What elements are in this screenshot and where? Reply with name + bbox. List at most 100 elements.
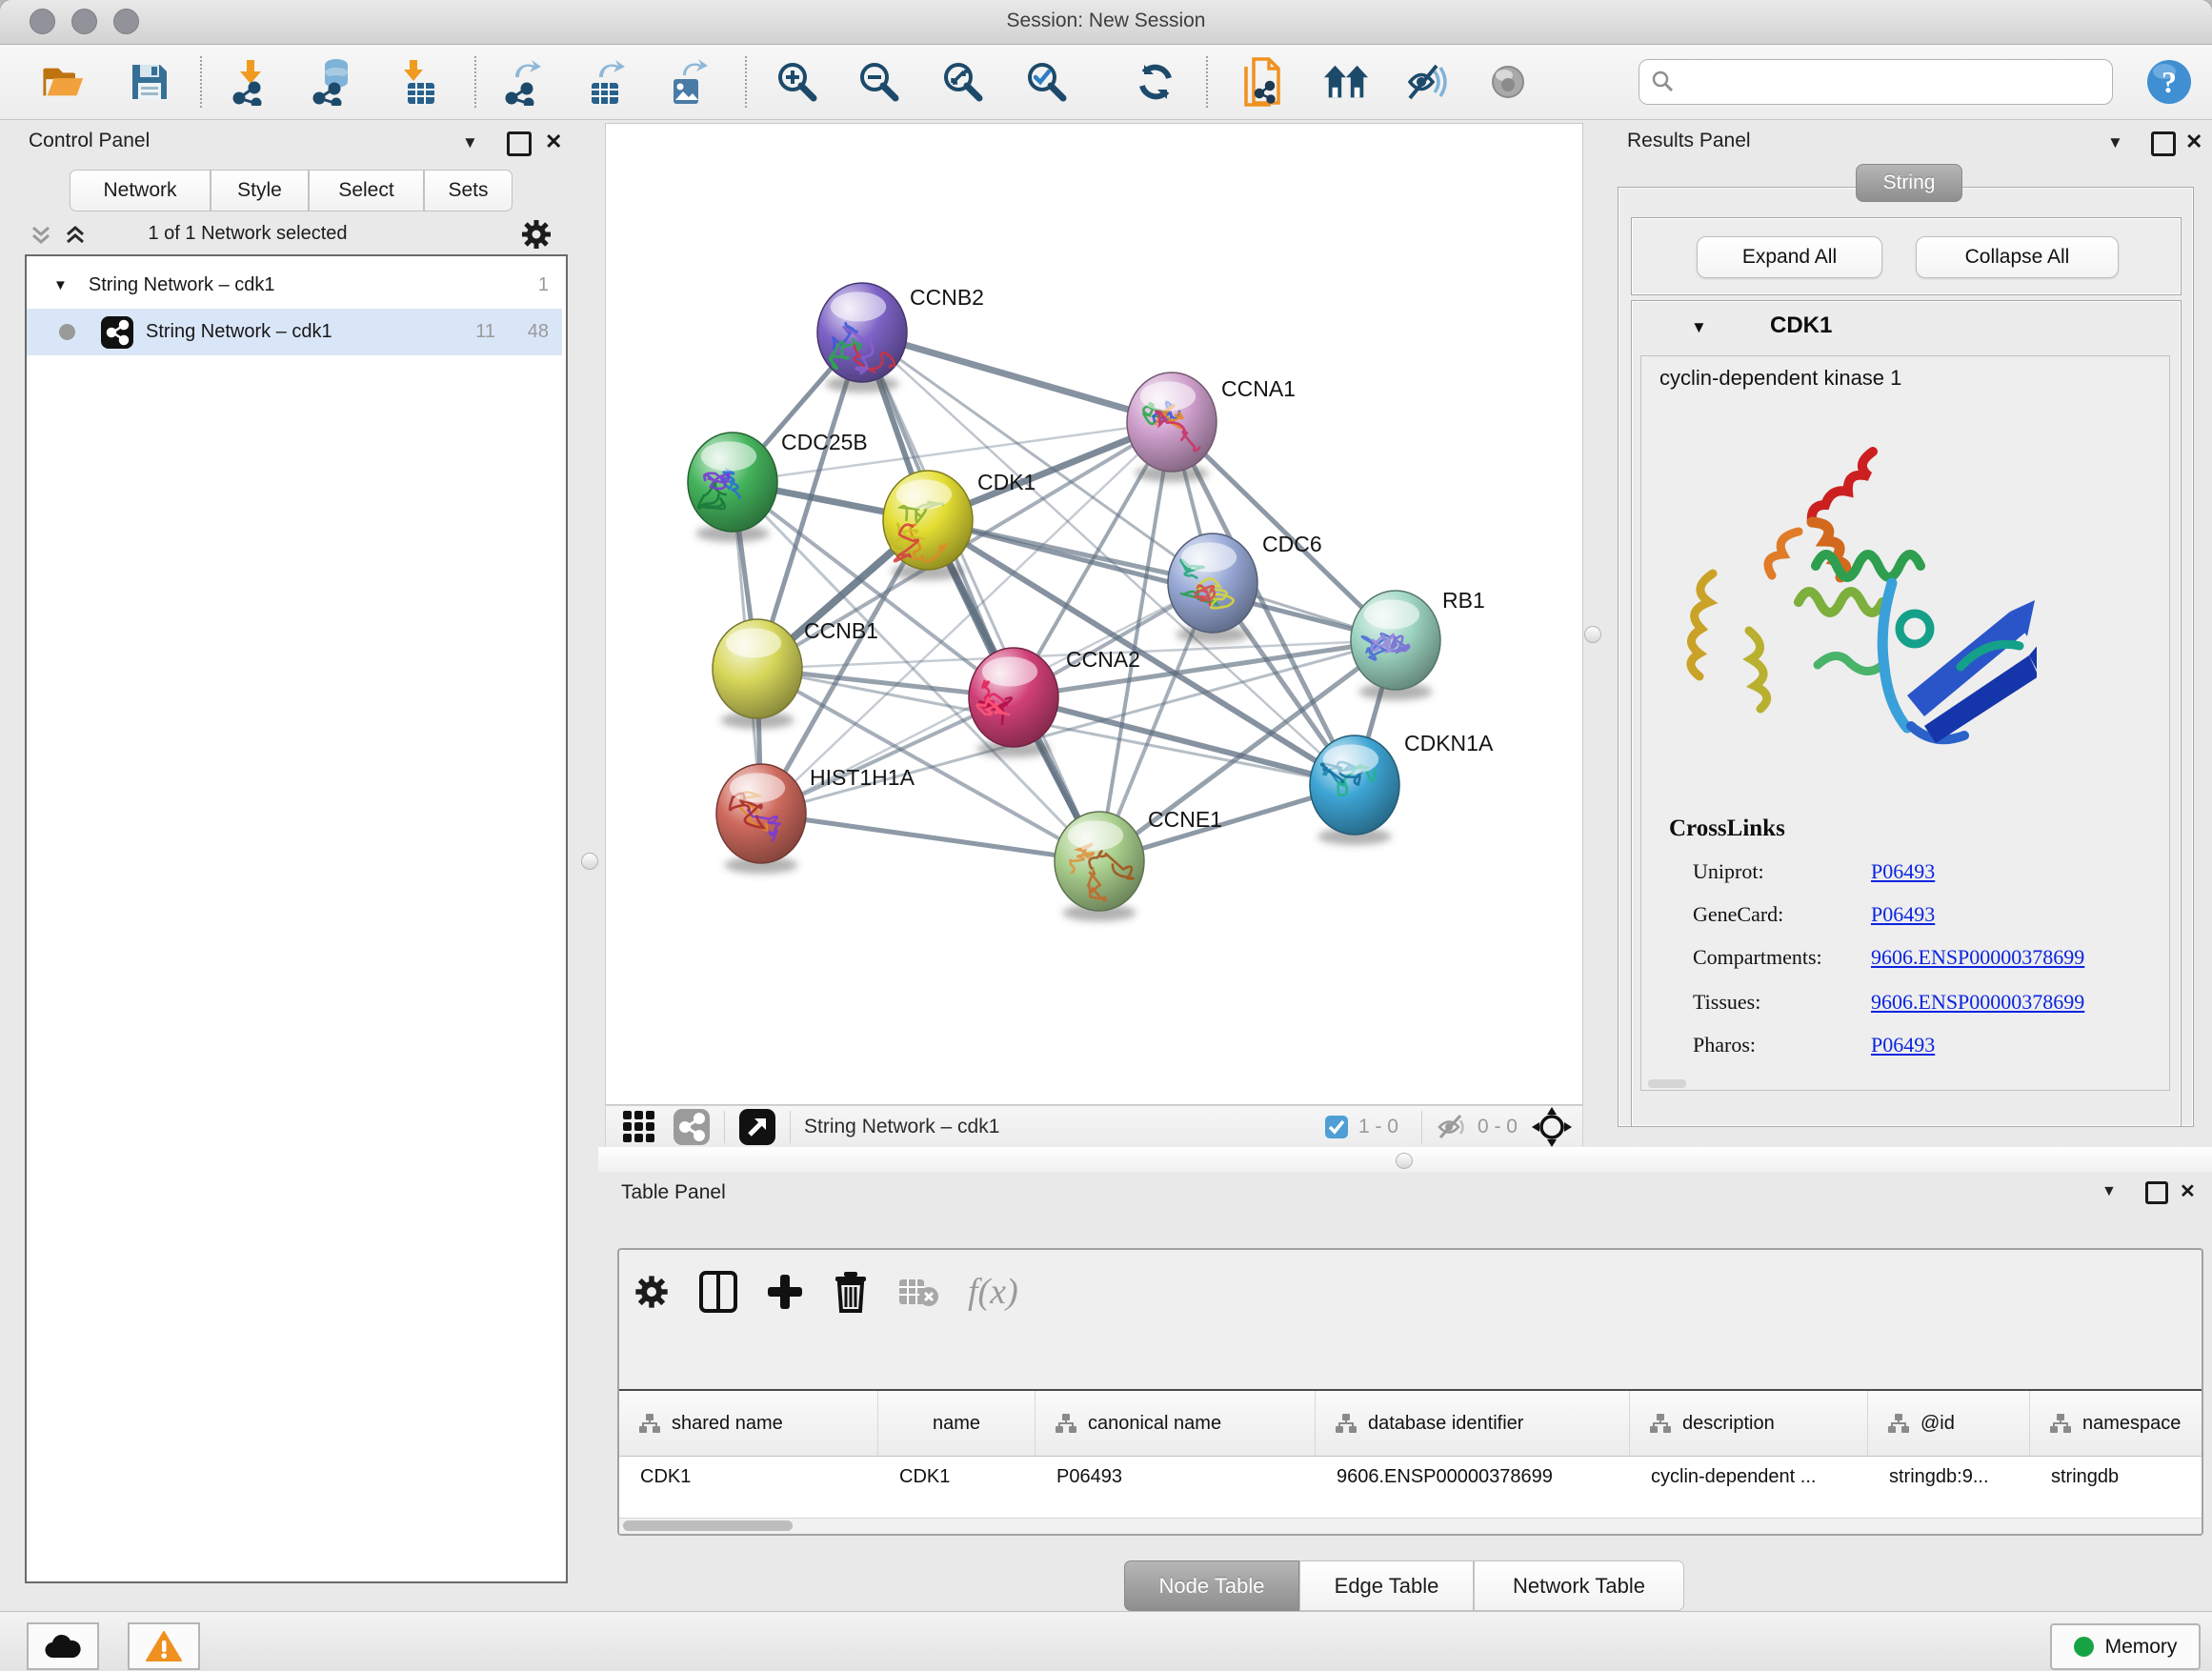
table-panel-close-button[interactable]: ✕ xyxy=(2180,1179,2196,1203)
network-node-HIST1H1A[interactable] xyxy=(716,764,806,863)
network-node-CDC25B[interactable] xyxy=(688,433,777,532)
table-cell[interactable]: P06493 xyxy=(1036,1457,1316,1523)
tab-node-table[interactable]: Node Table xyxy=(1124,1560,1299,1611)
results-panel-close-button[interactable]: ✕ xyxy=(2185,130,2202,154)
search-input[interactable] xyxy=(1683,70,2112,94)
column-header-name[interactable]: name xyxy=(878,1391,1036,1456)
right-splitter-handle[interactable] xyxy=(1584,626,1601,643)
export-image-icon[interactable] xyxy=(665,58,713,106)
expand-all-button[interactable]: Expand All xyxy=(1697,236,1882,278)
search-icon xyxy=(1651,70,1676,94)
crosslink-row: Uniprot:P06493 xyxy=(1693,859,2169,888)
table-panel-float-button[interactable]: ▼ xyxy=(2101,1183,2117,1200)
collection-expand-arrow[interactable]: ▼ xyxy=(53,277,68,293)
tab-sets[interactable]: Sets xyxy=(424,170,513,211)
refresh-styles-icon[interactable] xyxy=(1132,58,1179,106)
network-node-CDC6[interactable] xyxy=(1168,534,1257,633)
column-header-database-identifier[interactable]: database identifier xyxy=(1316,1391,1630,1456)
import-table-icon[interactable] xyxy=(394,58,442,106)
table-panel-maximize-button[interactable] xyxy=(2145,1181,2168,1204)
grid-view-icon[interactable] xyxy=(621,1109,657,1145)
tab-edge-table[interactable]: Edge Table xyxy=(1299,1560,1474,1611)
share-view-icon[interactable] xyxy=(673,1108,711,1146)
export-table-icon[interactable] xyxy=(583,58,631,106)
string-document-icon[interactable] xyxy=(1238,58,1286,106)
zoom-out-icon[interactable] xyxy=(855,58,903,106)
network-options-gear-icon[interactable] xyxy=(519,217,553,252)
tab-select[interactable]: Select xyxy=(309,170,424,211)
export-network-icon[interactable] xyxy=(501,58,549,106)
expand-all-networks-icon[interactable] xyxy=(29,223,53,248)
network-node-CCNB2[interactable] xyxy=(817,283,907,382)
collapse-all-networks-icon[interactable] xyxy=(63,223,88,248)
crosslink-value-link[interactable]: P06493 xyxy=(1871,859,1935,884)
left-splitter-handle[interactable] xyxy=(581,853,598,870)
delete-column-icon[interactable] xyxy=(833,1271,869,1313)
table-hscrollbar-thumb[interactable] xyxy=(623,1520,793,1531)
help-icon[interactable]: ? xyxy=(2145,58,2193,106)
results-scrollbar-thumb[interactable] xyxy=(1648,1079,1686,1088)
cloud-status-button[interactable] xyxy=(27,1622,99,1670)
zoom-selected-icon[interactable] xyxy=(1023,58,1071,106)
table-cell[interactable]: CDK1 xyxy=(878,1457,1036,1523)
table-cell[interactable]: stringdb xyxy=(2030,1457,2203,1523)
save-session-icon[interactable] xyxy=(126,58,173,106)
eye-icon[interactable] xyxy=(1484,58,1532,106)
crosslink-value-link[interactable]: 9606.ENSP00000378699 xyxy=(1871,945,2084,970)
network-collection-row[interactable]: ▼ String Network – cdk1 1 xyxy=(27,262,562,309)
network-node-CDKN1A[interactable] xyxy=(1310,735,1399,835)
open-folder-icon[interactable] xyxy=(40,58,88,106)
crosslink-value-link[interactable]: 9606.ENSP00000378699 xyxy=(1871,990,2084,1015)
tab-style[interactable]: Style xyxy=(211,170,309,211)
hidden-count-eye-icon[interactable] xyxy=(1436,1113,1470,1141)
control-panel-float-button[interactable]: ▼ xyxy=(462,133,478,152)
table-cell[interactable]: CDK1 xyxy=(619,1457,878,1523)
network-node-RB1[interactable] xyxy=(1351,591,1440,690)
table-cell[interactable]: cyclin-dependent ... xyxy=(1630,1457,1868,1523)
function-builder-icon[interactable]: f(x) xyxy=(968,1271,1018,1313)
show-columns-icon[interactable] xyxy=(699,1271,737,1313)
network-row-selected[interactable]: String Network – cdk1 11 48 xyxy=(27,309,562,355)
fit-selected-crosshair-icon[interactable] xyxy=(1531,1106,1573,1148)
delete-table-icon[interactable] xyxy=(897,1276,939,1308)
network-node-CCNB1[interactable] xyxy=(713,619,802,718)
selected-count-checkbox-icon[interactable] xyxy=(1324,1115,1349,1139)
title-bar: Session: New Session xyxy=(0,0,2212,45)
zoom-in-icon[interactable] xyxy=(774,58,821,106)
network-canvas[interactable]: CCNB2CCNA1CDC25BCDK1CDC6RB1CCNB1CCNA2CDK… xyxy=(605,123,1583,1105)
table-row[interactable]: CDK1CDK1P064939606.ENSP00000378699cyclin… xyxy=(619,1457,2203,1523)
string-home-icon[interactable] xyxy=(1322,58,1370,106)
warning-status-button[interactable] xyxy=(128,1622,200,1670)
table-cell[interactable]: 9606.ENSP00000378699 xyxy=(1316,1457,1630,1523)
open-in-new-window-icon[interactable] xyxy=(738,1108,776,1146)
column-header-canonical-name[interactable]: canonical name xyxy=(1036,1391,1316,1456)
crosslink-value-link[interactable]: P06493 xyxy=(1871,902,1935,927)
results-panel-float-button[interactable]: ▼ xyxy=(2107,133,2123,152)
control-panel-close-button[interactable]: ✕ xyxy=(545,130,562,154)
column-header--id[interactable]: @id xyxy=(1868,1391,2030,1456)
tab-network[interactable]: Network xyxy=(70,170,211,211)
entry-collapse-arrow[interactable]: ▼ xyxy=(1691,318,1707,337)
add-column-icon[interactable] xyxy=(766,1273,804,1311)
network-node-CDK1[interactable] xyxy=(883,471,973,570)
memory-status-button[interactable]: Memory xyxy=(2050,1623,2201,1670)
tab-string-results[interactable]: String xyxy=(1856,164,1962,202)
splitter-handle[interactable] xyxy=(1396,1153,1413,1169)
table-options-gear-icon[interactable] xyxy=(633,1273,671,1311)
column-header-description[interactable]: description xyxy=(1630,1391,1868,1456)
collapse-all-button[interactable]: Collapse All xyxy=(1916,236,2119,278)
network-node-CCNA1[interactable] xyxy=(1127,372,1217,472)
eye-hidden-icon[interactable] xyxy=(1402,58,1450,106)
column-header-namespace[interactable]: namespace xyxy=(2030,1391,2203,1456)
tab-network-table[interactable]: Network Table xyxy=(1474,1560,1684,1611)
zoom-fit-icon[interactable] xyxy=(939,58,987,106)
crosslink-value-link[interactable]: P06493 xyxy=(1871,1033,1935,1057)
results-panel-maximize-button[interactable] xyxy=(2151,131,2176,156)
table-cell[interactable]: stringdb:9... xyxy=(1868,1457,2030,1523)
network-node-CCNA2[interactable] xyxy=(969,648,1058,747)
column-header-shared-name[interactable]: shared name xyxy=(619,1391,878,1456)
network-node-CCNE1[interactable] xyxy=(1055,812,1144,911)
import-network-icon[interactable] xyxy=(229,58,276,106)
control-panel-maximize-button[interactable] xyxy=(507,131,532,156)
import-network-from-database-icon[interactable] xyxy=(311,58,358,106)
